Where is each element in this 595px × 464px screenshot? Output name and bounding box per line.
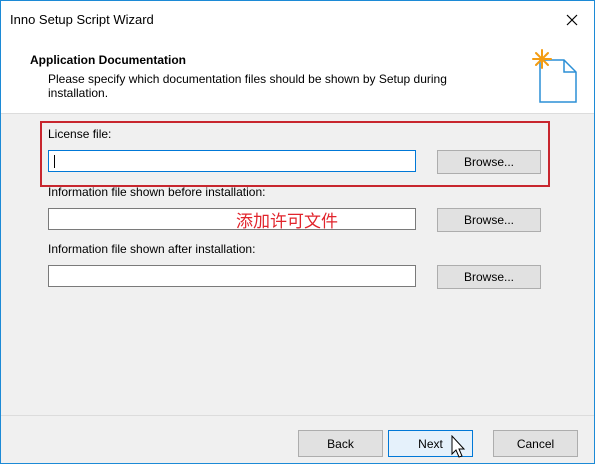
info-after-input[interactable] <box>48 265 416 287</box>
close-icon <box>566 14 578 26</box>
info-after-label: Information file shown after installatio… <box>48 242 256 256</box>
back-button[interactable]: Back <box>298 430 383 457</box>
info-before-input[interactable] <box>48 208 416 230</box>
page-title: Application Documentation <box>30 53 186 67</box>
info-after-browse-button[interactable]: Browse... <box>437 265 541 289</box>
info-before-label: Information file shown before installati… <box>48 185 266 199</box>
cancel-button[interactable]: Cancel <box>493 430 578 457</box>
highlight-box <box>40 121 550 187</box>
close-button[interactable] <box>550 1 594 39</box>
footer-divider <box>1 415 594 416</box>
header-panel: Application Documentation Please specify… <box>1 39 594 114</box>
page-description: Please specify which documentation files… <box>48 72 447 100</box>
wizard-window: Inno Setup Script Wizard Application Doc… <box>0 0 595 464</box>
window-title: Inno Setup Script Wizard <box>10 12 154 27</box>
info-before-browse-button[interactable]: Browse... <box>437 208 541 232</box>
annotation-text: 添加许可文件 <box>236 212 338 232</box>
wizard-document-icon <box>532 49 577 103</box>
mouse-pointer-icon <box>451 435 466 458</box>
title-bar: Inno Setup Script Wizard <box>1 1 594 39</box>
